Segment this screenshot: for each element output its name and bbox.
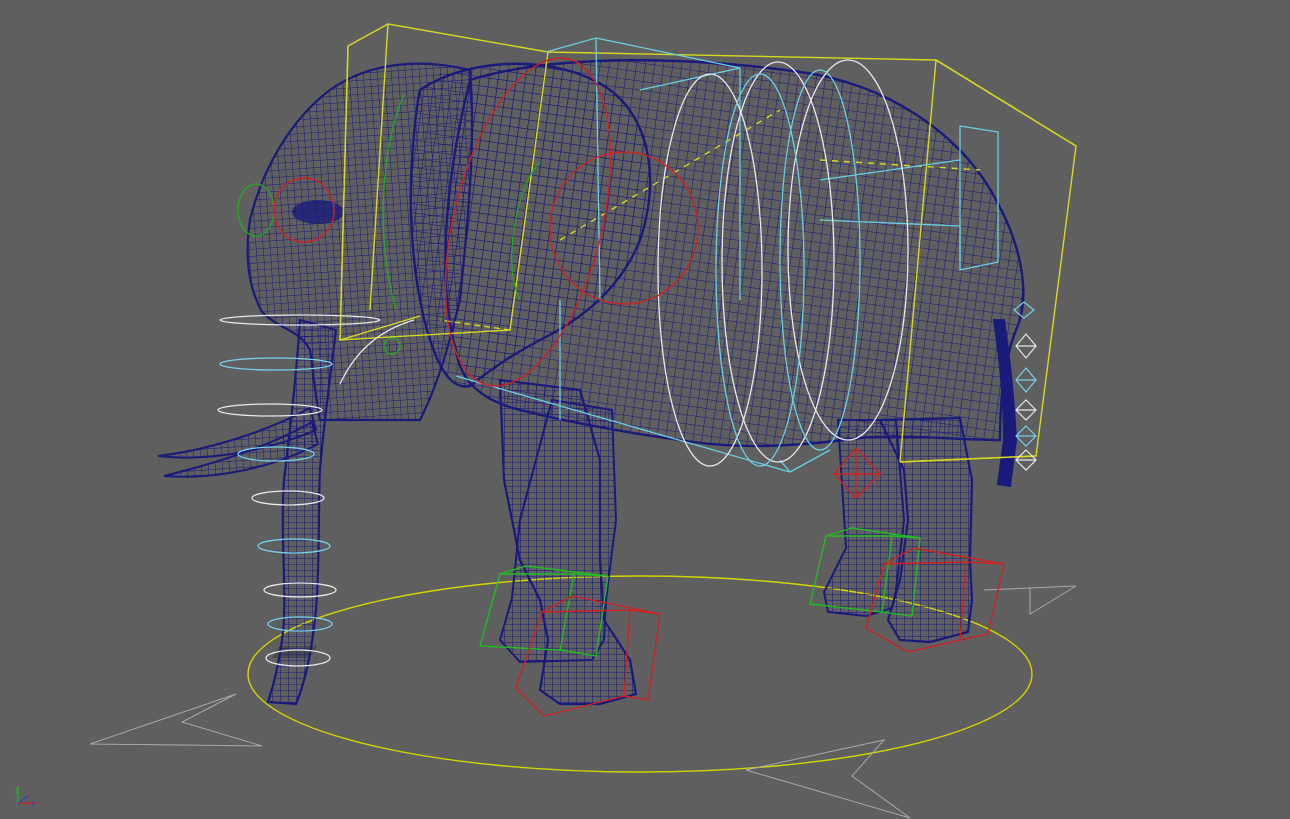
elephant-mesh[interactable] [157,59,1025,706]
eye-mesh [292,200,344,224]
3d-viewport[interactable]: y z [0,0,1290,819]
tail-control-5 [1015,425,1037,447]
trunk-mesh[interactable] [266,318,338,706]
axis-z-label: z [31,799,35,808]
tail-control-6 [1015,449,1037,471]
view-axis-icon: y z [15,785,38,808]
viewport-canvas[interactable]: y z [0,0,1290,819]
tail-control-3 [1015,367,1037,393]
axis-y-label: y [15,785,20,794]
far-hind-leg[interactable] [822,419,906,618]
tail-control-4 [1015,399,1037,421]
tail-control-2 [1015,333,1037,359]
